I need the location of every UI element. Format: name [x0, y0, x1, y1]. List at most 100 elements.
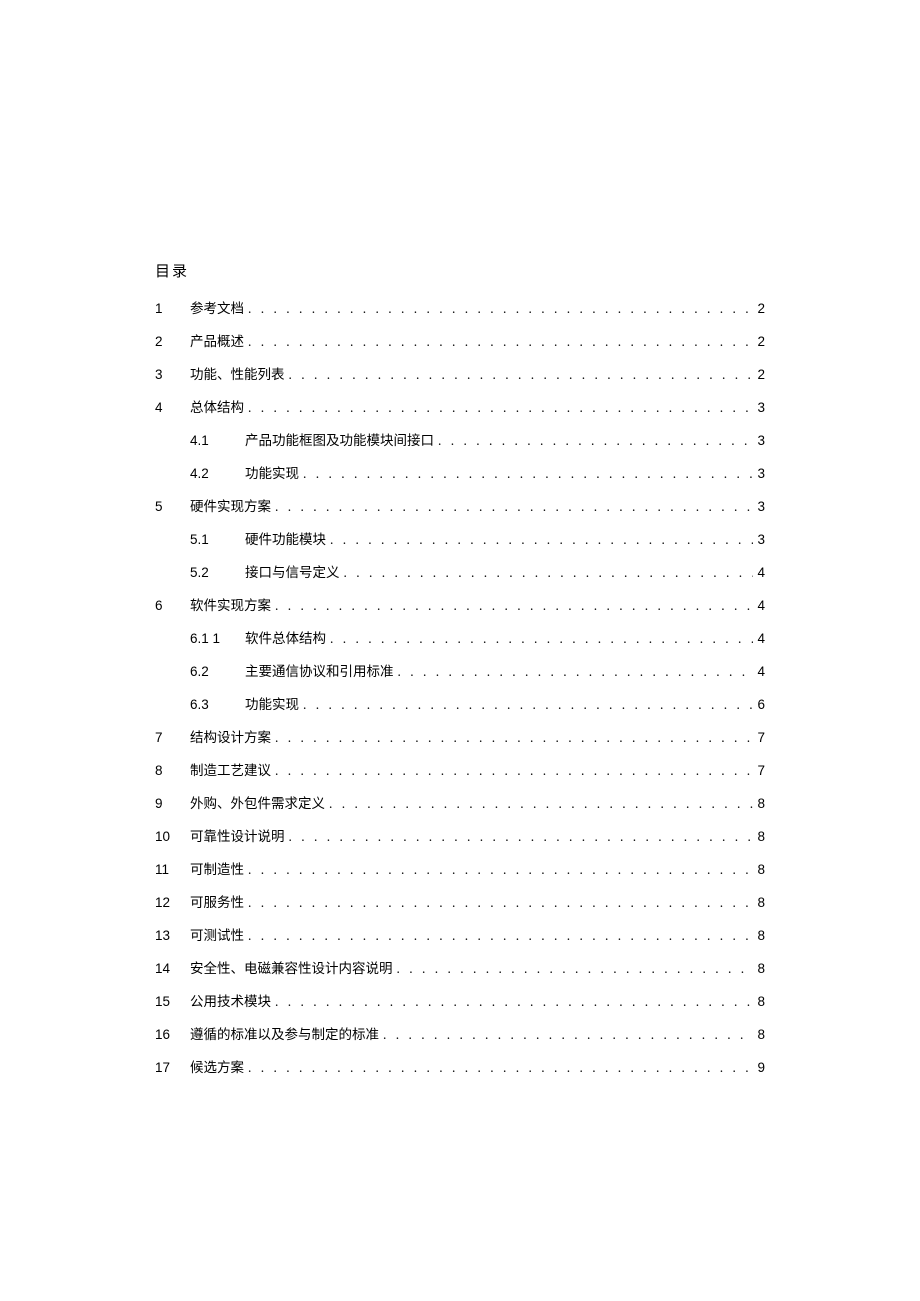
toc-entry[interactable]: 2产品概述. . . . . . . . . . . . . . . . . .…: [155, 330, 765, 350]
toc-entry-dots: . . . . . . . . . . . . . . . . . . . . …: [326, 631, 753, 647]
toc-entry[interactable]: 9外购、外包件需求定义. . . . . . . . . . . . . . .…: [155, 792, 765, 812]
toc-entry-number: 7: [155, 730, 190, 745]
toc-entry-page: 3: [753, 532, 765, 547]
toc-entry-page: 4: [753, 598, 765, 613]
toc-entry[interactable]: 17候选方案. . . . . . . . . . . . . . . . . …: [155, 1056, 765, 1076]
toc-entry-number: 3: [155, 367, 190, 382]
toc-entry-page: 8: [753, 1027, 765, 1042]
toc-entry-dots: . . . . . . . . . . . . . . . . . . . . …: [244, 301, 753, 317]
toc-entry-number: 4.2: [190, 466, 245, 481]
toc-entry-label: 外购、外包件需求定义: [190, 792, 325, 812]
toc-entry[interactable]: 8制造工艺建议. . . . . . . . . . . . . . . . .…: [155, 759, 765, 779]
toc-entry-number: 11: [155, 862, 190, 877]
toc-entry[interactable]: 4总体结构. . . . . . . . . . . . . . . . . .…: [155, 396, 765, 416]
toc-entry-number: 5.1: [190, 532, 245, 547]
toc-entry-page: 8: [753, 895, 765, 910]
toc-entry-dots: . . . . . . . . . . . . . . . . . . . . …: [393, 961, 754, 977]
toc-entry-label: 结构设计方案: [190, 726, 271, 746]
toc-entry-dots: . . . . . . . . . . . . . . . . . . . . …: [340, 565, 754, 581]
toc-entry-number: 9: [155, 796, 190, 811]
toc-entry-dots: . . . . . . . . . . . . . . . . . . . . …: [244, 862, 753, 878]
toc-entry-page: 8: [753, 862, 765, 877]
toc-entry[interactable]: 4.2功能实现. . . . . . . . . . . . . . . . .…: [155, 462, 765, 482]
toc-entry-dots: . . . . . . . . . . . . . . . . . . . . …: [244, 334, 753, 350]
toc-entry[interactable]: 7结构设计方案. . . . . . . . . . . . . . . . .…: [155, 726, 765, 746]
toc-entry[interactable]: 5硬件实现方案. . . . . . . . . . . . . . . . .…: [155, 495, 765, 515]
toc-entry-dots: . . . . . . . . . . . . . . . . . . . . …: [325, 796, 753, 812]
toc-entry-number: 8: [155, 763, 190, 778]
toc-entry-number: 13: [155, 928, 190, 943]
toc-entry[interactable]: 5.1硬件功能模块. . . . . . . . . . . . . . . .…: [155, 528, 765, 548]
toc-entry-dots: . . . . . . . . . . . . . . . . . . . . …: [394, 664, 754, 680]
toc-entry-label: 功能实现: [245, 693, 299, 713]
toc-entry-dots: . . . . . . . . . . . . . . . . . . . . …: [244, 895, 753, 911]
toc-entry[interactable]: 6.3功能实现. . . . . . . . . . . . . . . . .…: [155, 693, 765, 713]
toc-entry-dots: . . . . . . . . . . . . . . . . . . . . …: [244, 400, 753, 416]
toc-entry-label: 公用技术模块: [190, 990, 271, 1010]
toc-entry-number: 15: [155, 994, 190, 1009]
toc-entry-number: 6.1 1: [190, 631, 245, 646]
toc-entry-page: 3: [753, 499, 765, 514]
toc-entry[interactable]: 4.1产品功能框图及功能模块间接口. . . . . . . . . . . .…: [155, 429, 765, 449]
toc-entry-number: 14: [155, 961, 190, 976]
toc-entry[interactable]: 10可靠性设计说明. . . . . . . . . . . . . . . .…: [155, 825, 765, 845]
toc-entry-number: 5: [155, 499, 190, 514]
toc-entry-page: 3: [753, 466, 765, 481]
toc-entry-label: 安全性、电磁兼容性设计内容说明: [190, 957, 393, 977]
toc-entry[interactable]: 15公用技术模块. . . . . . . . . . . . . . . . …: [155, 990, 765, 1010]
toc-entry-page: 6: [753, 697, 765, 712]
toc-entry[interactable]: 5.2接口与信号定义. . . . . . . . . . . . . . . …: [155, 561, 765, 581]
toc-entry-label: 参考文档: [190, 297, 244, 317]
toc-entry-number: 16: [155, 1027, 190, 1042]
toc-entry-number: 5.2: [190, 565, 245, 580]
toc-entry-number: 1: [155, 301, 190, 316]
toc-entry-page: 8: [753, 961, 765, 976]
toc-entry[interactable]: 16遵循的标准以及参与制定的标准. . . . . . . . . . . . …: [155, 1023, 765, 1043]
toc-entry-number: 4.1: [190, 433, 245, 448]
toc-entry[interactable]: 13可测试性. . . . . . . . . . . . . . . . . …: [155, 924, 765, 944]
toc-entry-label: 可服务性: [190, 891, 244, 911]
toc-entry-dots: . . . . . . . . . . . . . . . . . . . . …: [285, 367, 754, 383]
toc-entry[interactable]: 6软件实现方案. . . . . . . . . . . . . . . . .…: [155, 594, 765, 614]
toc-entry-dots: . . . . . . . . . . . . . . . . . . . . …: [271, 598, 753, 614]
toc-entry-page: 4: [753, 664, 765, 679]
toc-entry-dots: . . . . . . . . . . . . . . . . . . . . …: [299, 697, 753, 713]
toc-entry-number: 12: [155, 895, 190, 910]
toc-entry[interactable]: 3功能、性能列表. . . . . . . . . . . . . . . . …: [155, 363, 765, 383]
toc-entry-page: 8: [753, 796, 765, 811]
toc-entry-label: 接口与信号定义: [245, 561, 340, 581]
toc-entry-dots: . . . . . . . . . . . . . . . . . . . . …: [299, 466, 753, 482]
toc-entry-label: 产品功能框图及功能模块间接口: [245, 429, 434, 449]
toc-entry-page: 2: [753, 334, 765, 349]
toc-entry-page: 8: [753, 829, 765, 844]
toc-entry-page: 7: [753, 763, 765, 778]
toc-entry[interactable]: 11可制造性. . . . . . . . . . . . . . . . . …: [155, 858, 765, 878]
toc-entry-dots: . . . . . . . . . . . . . . . . . . . . …: [271, 499, 753, 515]
toc-entry-number: 4: [155, 400, 190, 415]
toc-entry-dots: . . . . . . . . . . . . . . . . . . . . …: [244, 1060, 753, 1076]
toc-entry-label: 可制造性: [190, 858, 244, 878]
toc-entry[interactable]: 14安全性、电磁兼容性设计内容说明. . . . . . . . . . . .…: [155, 957, 765, 977]
toc-entry[interactable]: 12可服务性. . . . . . . . . . . . . . . . . …: [155, 891, 765, 911]
toc-entry-page: 3: [753, 433, 765, 448]
toc-entry-page: 8: [753, 994, 765, 1009]
toc-entry-number: 17: [155, 1060, 190, 1075]
toc-container: 1参考文档. . . . . . . . . . . . . . . . . .…: [155, 297, 765, 1076]
toc-entry[interactable]: 1参考文档. . . . . . . . . . . . . . . . . .…: [155, 297, 765, 317]
toc-entry-page: 4: [753, 565, 765, 580]
toc-entry-dots: . . . . . . . . . . . . . . . . . . . . …: [326, 532, 753, 548]
toc-entry-page: 9: [753, 1060, 765, 1075]
toc-entry-page: 2: [753, 367, 765, 382]
toc-entry-label: 功能、性能列表: [190, 363, 285, 383]
toc-entry-label: 功能实现: [245, 462, 299, 482]
toc-entry-number: 6.3: [190, 697, 245, 712]
toc-entry-number: 2: [155, 334, 190, 349]
toc-entry[interactable]: 6.1 1软件总体结构. . . . . . . . . . . . . . .…: [155, 627, 765, 647]
toc-entry-dots: . . . . . . . . . . . . . . . . . . . . …: [434, 433, 753, 449]
toc-title: 目录: [155, 260, 765, 281]
toc-entry-dots: . . . . . . . . . . . . . . . . . . . . …: [285, 829, 754, 845]
toc-entry-number: 10: [155, 829, 190, 844]
toc-entry[interactable]: 6.2主要通信协议和引用标准. . . . . . . . . . . . . …: [155, 660, 765, 680]
toc-entry-dots: . . . . . . . . . . . . . . . . . . . . …: [271, 763, 753, 779]
toc-entry-label: 可测试性: [190, 924, 244, 944]
